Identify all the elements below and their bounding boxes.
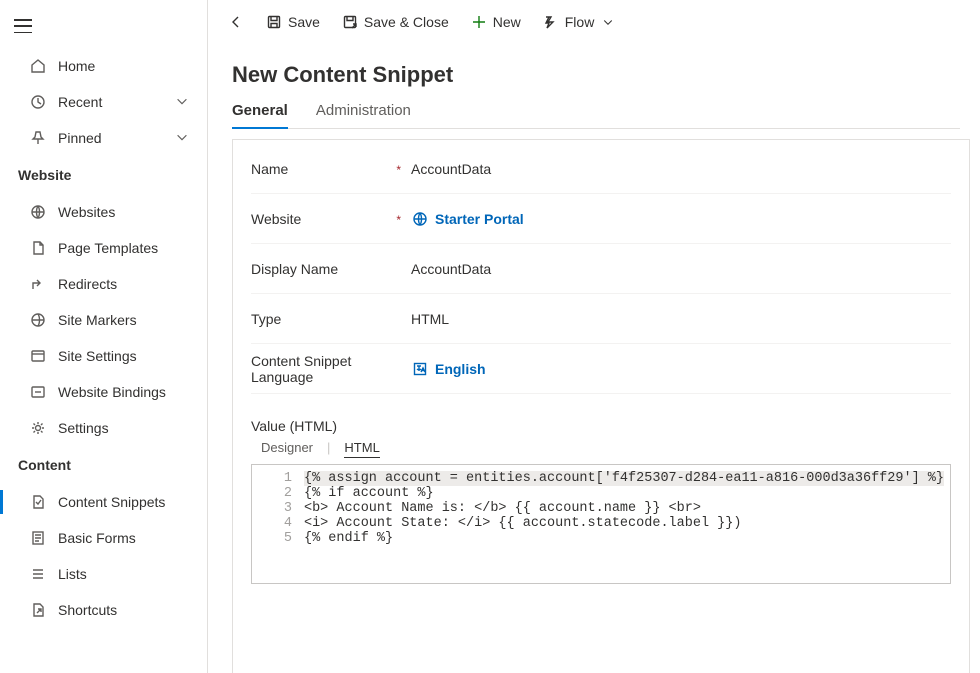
field-language[interactable]: Content Snippet Language English [251,344,951,394]
redirect-icon [30,276,58,292]
form-body: Name* AccountData Website* Starter Porta… [232,139,970,673]
new-label: New [493,14,521,30]
nav-recent[interactable]: Recent [0,84,207,120]
nav-home-label: Home [58,58,189,74]
field-name[interactable]: Name* AccountData [251,144,951,194]
nav-shortcuts[interactable]: Shortcuts [0,592,207,628]
field-website-label: Website* [251,211,411,227]
value-section-label: Value (HTML) [251,418,951,434]
nav-basic-forms-label: Basic Forms [58,530,189,546]
chevron-down-icon [175,130,189,147]
section-content: Content [0,446,207,484]
clock-icon [30,94,58,110]
nav-settings-label: Settings [58,420,189,436]
nav-lists-label: Lists [58,566,189,582]
html-editor[interactable]: 1 2 3 4 5 {% assign account = entities.a… [251,464,951,584]
globe-icon [411,210,429,228]
globe-icon [30,204,58,220]
pin-icon [30,130,58,146]
website-lookup-text: Starter Portal [435,211,524,227]
nav-site-markers-label: Site Markers [58,312,189,328]
nav-websites-label: Websites [58,204,189,220]
nav-websites[interactable]: Websites [0,194,207,230]
form-tabs: General Administration [232,102,960,129]
editor-code[interactable]: {% assign account = entities.account['f4… [300,465,950,583]
field-website[interactable]: Website* Starter Portal [251,194,951,244]
field-display-name[interactable]: Display Name AccountData [251,244,951,294]
save-close-icon [342,14,358,30]
globe-icon [30,312,58,328]
nav-settings[interactable]: Settings [0,410,207,446]
plus-icon [471,14,487,30]
nav-content-snippets[interactable]: Content Snippets [0,484,207,520]
nav-redirects-label: Redirects [58,276,189,292]
section-website: Website [0,156,207,194]
page-title: New Content Snippet [232,62,960,88]
nav-page-templates-label: Page Templates [58,240,189,256]
save-close-button[interactable]: Save & Close [332,4,459,40]
language-icon [411,360,429,378]
field-language-label: Content Snippet Language [251,353,411,385]
site-settings-icon [30,348,58,364]
tab-general[interactable]: General [232,102,288,129]
back-arrow-icon [228,14,244,30]
main-content: Save Save & Close New Flow New Content S… [208,0,980,673]
bindings-icon [30,384,58,400]
website-lookup[interactable]: Starter Portal [411,210,524,228]
nav-website-bindings[interactable]: Website Bindings [0,374,207,410]
shortcut-icon [30,602,58,618]
save-label: Save [288,14,320,30]
language-lookup[interactable]: English [411,360,486,378]
nav-pinned[interactable]: Pinned [0,120,207,156]
nav-recent-label: Recent [58,94,175,110]
editor-gutter: 1 2 3 4 5 [252,465,300,583]
language-lookup-text: English [435,361,486,377]
subtab-html[interactable]: HTML [344,440,379,458]
flow-button[interactable]: Flow [533,4,627,40]
sidebar: Home Recent Pinned Website Websites Page… [0,0,208,673]
nav-pinned-label: Pinned [58,130,175,146]
list-icon [30,566,58,582]
chevron-down-icon [175,94,189,111]
snippet-icon [30,494,58,510]
field-type[interactable]: Type HTML [251,294,951,344]
field-type-label: Type [251,311,411,327]
save-button[interactable]: Save [256,4,330,40]
nav-website-bindings-label: Website Bindings [58,384,189,400]
home-icon [30,58,58,74]
editor-subtabs: Designer | HTML [251,440,951,458]
command-bar: Save Save & Close New Flow [208,0,980,44]
save-icon [266,14,282,30]
chevron-down-icon [600,14,616,30]
nav-page-templates[interactable]: Page Templates [0,230,207,266]
page-icon [30,240,58,256]
flow-label: Flow [565,14,595,30]
save-close-label: Save & Close [364,14,449,30]
hamburger-button[interactable] [14,19,32,33]
gear-icon [30,420,58,436]
new-button[interactable]: New [461,4,531,40]
nav-content-snippets-label: Content Snippets [58,494,189,510]
back-button[interactable] [218,4,254,40]
nav-basic-forms[interactable]: Basic Forms [0,520,207,556]
flow-icon [543,14,559,30]
nav-redirects[interactable]: Redirects [0,266,207,302]
subtab-designer[interactable]: Designer [261,440,313,458]
nav-site-settings-label: Site Settings [58,348,189,364]
field-display-name-label: Display Name [251,261,411,277]
nav-shortcuts-label: Shortcuts [58,602,189,618]
nav-site-markers[interactable]: Site Markers [0,302,207,338]
nav-home[interactable]: Home [0,48,207,84]
tab-administration[interactable]: Administration [316,102,411,129]
field-name-label: Name* [251,161,411,177]
field-display-name-value: AccountData [411,261,951,277]
nav-lists[interactable]: Lists [0,556,207,592]
form-icon [30,530,58,546]
field-type-value: HTML [411,311,951,327]
field-name-value: AccountData [411,161,951,177]
nav-site-settings[interactable]: Site Settings [0,338,207,374]
